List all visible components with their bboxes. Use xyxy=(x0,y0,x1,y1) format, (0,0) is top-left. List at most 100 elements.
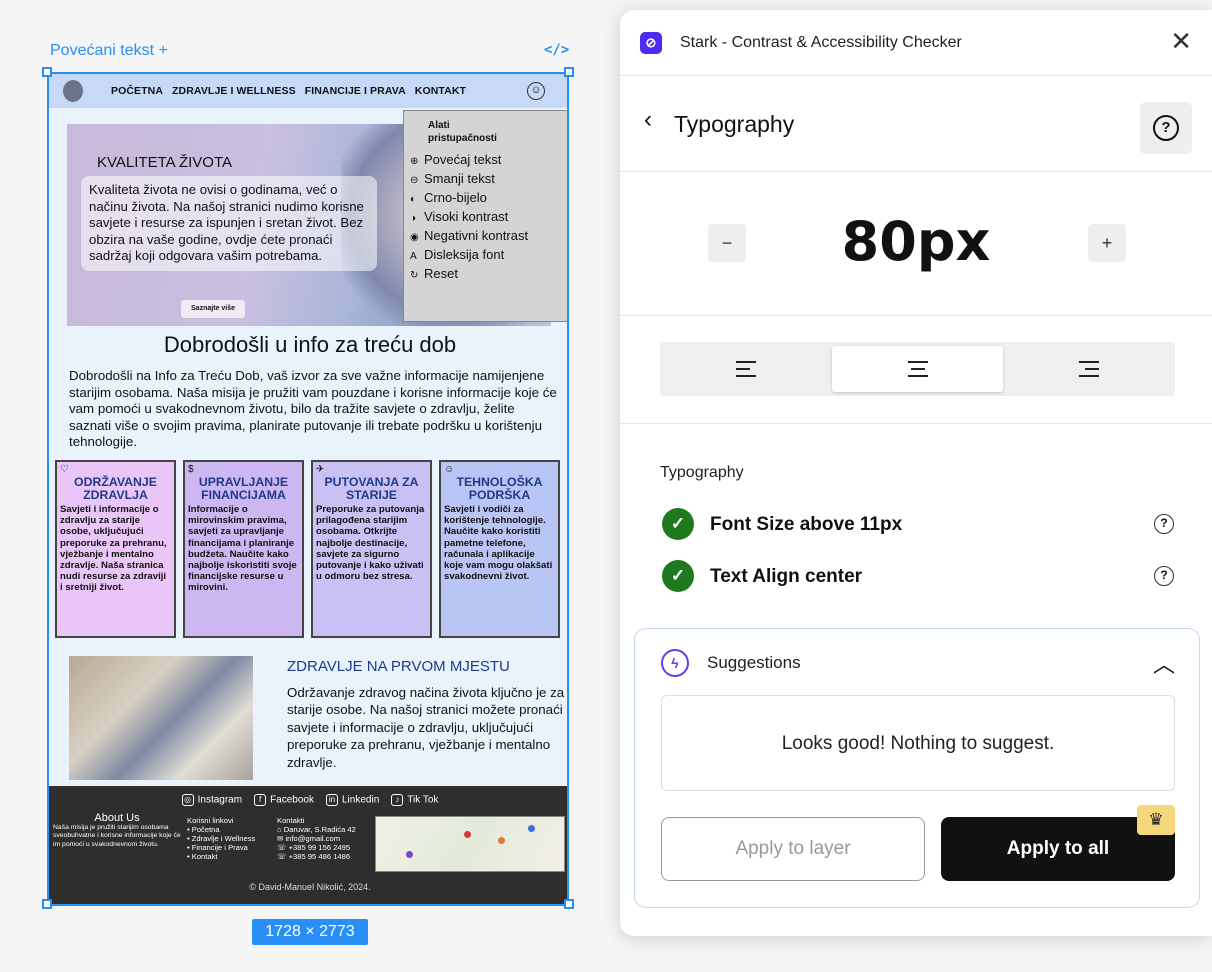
a11y-high-contrast[interactable]: ◑ Visoki kontrast xyxy=(410,208,562,227)
resize-handle-br[interactable] xyxy=(564,899,574,909)
hero-button[interactable]: Saznajte više xyxy=(181,300,245,318)
footer-link[interactable]: • Zdravlje i Wellness xyxy=(187,834,275,843)
alignment-control xyxy=(620,316,1212,424)
contrast-icon: ◑ xyxy=(410,213,417,224)
nav-financije[interactable]: FINANCIJE I PRAVA xyxy=(305,85,406,97)
align-center-button[interactable] xyxy=(831,346,1004,392)
card-title: ODRŽAVANJE ZDRAVLJA xyxy=(74,475,157,502)
accessibility-tools-list: ⊕ Povećaj tekst ⊖ Smanji tekst ◐ Crno-bijel… xyxy=(410,151,562,284)
lightning-icon: ϟ xyxy=(661,649,689,677)
check-label: Text Align center xyxy=(710,566,863,587)
increase-size-button[interactable]: + xyxy=(1088,224,1126,262)
site-logo-icon[interactable] xyxy=(63,80,83,102)
social-label: Tik Tok xyxy=(407,794,439,806)
help-icon: ? xyxy=(1153,115,1179,141)
website-frame[interactable]: POČETNA ZDRAVLJE I WELLNESS FINANCIJE I … xyxy=(47,72,569,906)
resize-handle-tl[interactable] xyxy=(42,67,52,77)
alignment-segmented xyxy=(660,342,1175,396)
contact-address: ⌂ Daruvar, S.Radića 42 xyxy=(277,825,356,834)
check-circle-icon: ✓ xyxy=(662,508,694,540)
footer-link[interactable]: • Kontakt xyxy=(187,852,275,861)
nav-kontakt[interactable]: KONTAKT xyxy=(415,85,466,97)
map-pin-icon xyxy=(498,837,505,844)
footer-links: Korisni linkovi • Početna • Zdravlje i W… xyxy=(187,816,275,861)
a11y-item-label: Negativni kontrast xyxy=(424,228,529,243)
footer-about-title: About Us xyxy=(94,812,140,824)
a11y-item-label: Disleksija font xyxy=(424,247,505,262)
site-nav-links: POČETNA ZDRAVLJE I WELLNESS FINANCIJE I … xyxy=(111,85,466,97)
social-linkedin[interactable]: in Linkedin xyxy=(326,794,379,806)
social-label: Facebook xyxy=(270,794,314,806)
card-text: Savjeti i vodiči za korištenje tehnologi… xyxy=(444,504,553,583)
map-pin-icon xyxy=(528,825,535,832)
footer-link[interactable]: • Početna xyxy=(187,825,275,834)
help-button[interactable]: ? xyxy=(1140,102,1192,154)
align-left-icon xyxy=(735,361,756,377)
align-left-button[interactable] xyxy=(660,342,832,396)
social-label: Instagram xyxy=(197,794,243,806)
stark-logo-icon: ⊘ xyxy=(640,32,662,54)
a11y-item-label: Povećaj tekst xyxy=(424,152,502,167)
feature-cards: ♡ ODRŽAVANJE ZDRAVLJA Savjeti i informac… xyxy=(55,460,567,638)
a11y-dyslexia-font[interactable]: A Disleksija font xyxy=(410,246,562,265)
a11y-item-label: Crno-bijelo xyxy=(424,190,487,205)
social-instagram[interactable]: ◎ Instagram xyxy=(181,794,243,806)
card-finance[interactable]: $ UPRAVLJANJE FINANCIJAMA Informacije o … xyxy=(183,460,304,638)
apply-to-layer-button[interactable]: Apply to layer xyxy=(661,817,925,881)
a11y-decrease-text[interactable]: ⊖ Smanji tekst xyxy=(410,170,562,189)
chevron-left-icon[interactable]: ‹ xyxy=(644,106,652,134)
nav-pocetna[interactable]: POČETNA xyxy=(111,85,163,97)
help-icon[interactable]: ? xyxy=(1154,566,1174,586)
social-tiktok[interactable]: ♪ Tik Tok xyxy=(391,794,438,806)
card-travel[interactable]: ✈ PUTOVANJA ZA STARIJE Preporuke za puto… xyxy=(311,460,432,638)
facebook-icon: f xyxy=(254,794,267,806)
zoom-in-icon: ⊕ xyxy=(410,156,419,167)
card-title: UPRAVLJANJE FINANCIJAMA xyxy=(198,475,289,502)
a11y-item-label: Visoki kontrast xyxy=(424,209,509,224)
card-tech[interactable]: ☺ TEHNOLOŠKA PODRŠKA Savjeti i vodiči za… xyxy=(439,460,560,638)
font-size-control: − 80px + xyxy=(620,172,1212,316)
accessibility-tools-title: Alati pristupačnosti xyxy=(428,120,497,144)
footer-map[interactable] xyxy=(375,816,565,872)
linkedin-icon: in xyxy=(326,794,338,806)
contact-phone: ☏ +385 95 486 1486 xyxy=(277,852,351,861)
resize-handle-tr[interactable] xyxy=(564,67,574,77)
nav-zdravlje[interactable]: ZDRAVLJE I WELLNESS xyxy=(172,85,296,97)
accessibility-tools-panel: Alati pristupačnosti ⊕ Povećaj tekst ⊖ Sma… xyxy=(403,110,567,322)
map-pin-icon xyxy=(406,851,413,858)
suggestions-title: Suggestions xyxy=(707,653,801,672)
accessibility-icon[interactable]: ☺ xyxy=(527,82,545,100)
check-text-align: ✓ Text Align center ? xyxy=(662,560,1174,592)
contact-email: ✉ info@gmail.com xyxy=(277,834,341,843)
code-icon[interactable]: </> xyxy=(544,42,569,58)
footer-about: About Us Naša misija je pružiti starijim… xyxy=(53,812,181,849)
chevron-up-icon[interactable]: ︿ xyxy=(1153,647,1175,679)
crown-icon: ♛ xyxy=(1137,805,1175,835)
social-facebook[interactable]: f Facebook xyxy=(254,794,314,806)
footer-link[interactable]: • Financije i Prava xyxy=(187,843,275,852)
align-center-icon xyxy=(907,361,928,377)
a11y-reset[interactable]: ↻ Reset xyxy=(410,265,562,284)
section-header: ‹ Typography ? xyxy=(620,76,1212,172)
card-title: PUTOVANJA ZA STARIJE xyxy=(324,475,419,502)
footer-links-title: Korisni linkovi xyxy=(187,816,234,825)
grayscale-icon: ◐ xyxy=(410,194,417,205)
footer-contact: Kontakti ⌂ Daruvar, S.Radića 42 ✉ info@g… xyxy=(277,816,373,861)
resize-handle-bl[interactable] xyxy=(42,899,52,909)
a11y-negative-contrast[interactable]: ◉ Negativni kontrast xyxy=(410,227,562,246)
a11y-grayscale[interactable]: ◐ Crno-bijelo xyxy=(410,189,562,208)
plugin-header: ⊘ Stark - Contrast & Accessibility Check… xyxy=(620,10,1212,76)
suggestion-message: Looks good! Nothing to suggest. xyxy=(661,695,1175,791)
welcome-text: Dobrodošli na Info za Treću Dob, vaš izv… xyxy=(69,368,557,450)
a11y-increase-text[interactable]: ⊕ Povećaj tekst xyxy=(410,151,562,170)
site-footer: ◎ Instagram f Facebook in Linkedin ♪ Tik Tok… xyxy=(49,786,567,904)
card-health[interactable]: ♡ ODRŽAVANJE ZDRAVLJA Savjeti i informac… xyxy=(55,460,176,638)
tiktok-icon: ♪ xyxy=(391,794,404,806)
help-icon[interactable]: ? xyxy=(1154,514,1174,534)
align-right-icon xyxy=(1079,361,1100,377)
welcome-title: Dobrodošli u info za treću dob xyxy=(163,332,457,357)
health-title: ZDRAVLJE NA PRVOM MJESTU xyxy=(287,658,510,675)
frame-label[interactable]: Povećani tekst + xyxy=(50,42,168,60)
align-right-button[interactable] xyxy=(1003,342,1175,396)
close-icon[interactable]: ✕ xyxy=(1170,28,1192,54)
